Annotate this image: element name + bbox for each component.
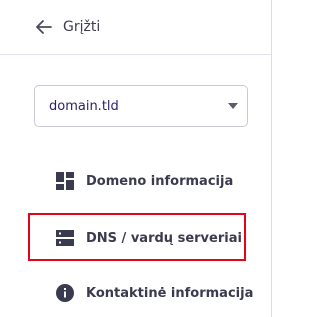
sidebar: Grįžti domain.tld Domeno informacija DNS…: [0, 0, 271, 317]
sidebar-item-label: Kontaktinė informacija: [86, 285, 254, 301]
dashboard-icon: [56, 172, 74, 190]
info-icon: [56, 284, 74, 302]
sidebar-item-domain-info[interactable]: Domeno informacija: [0, 170, 271, 192]
panel-border: [271, 0, 281, 317]
back-label: Grįžti: [63, 19, 101, 35]
arrow-left-icon: [36, 20, 52, 34]
sidebar-item-label: Domeno informacija: [86, 173, 234, 189]
domain-select-value: domain.tld: [49, 98, 119, 114]
sidebar-item-contact-info[interactable]: Kontaktinė informacija: [0, 282, 271, 304]
back-link[interactable]: Grįžti: [0, 0, 271, 54]
domain-select[interactable]: domain.tld: [34, 85, 248, 127]
highlight-box: [28, 213, 246, 261]
divider: [0, 54, 271, 55]
chevron-down-icon: [228, 103, 238, 109]
